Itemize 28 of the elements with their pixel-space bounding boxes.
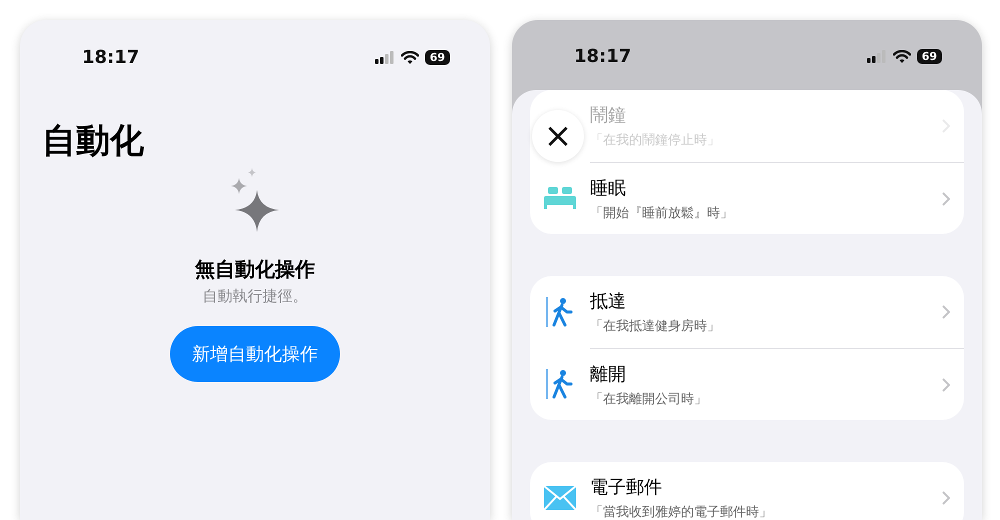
status-time: 18:17: [574, 46, 632, 67]
signal-icon: [866, 50, 887, 63]
bed-icon: [544, 187, 576, 209]
trigger-title[interactable]: 抵達: [590, 289, 942, 313]
trigger-description: 「在我離開公司時」: [590, 390, 708, 408]
wifi-icon: [400, 50, 419, 64]
trigger-title[interactable]: 睡眠: [590, 176, 942, 200]
add-automation-button[interactable]: 新增自動化操作: [170, 326, 340, 382]
status-time: 18:17: [82, 46, 140, 68]
walking-person-icon: [546, 297, 574, 327]
wifi-icon: [892, 50, 911, 63]
trigger-description: 「在我抵達健身房時」: [590, 318, 721, 335]
trigger-title[interactable]: 離開: [590, 362, 942, 386]
chevron-icon: [942, 192, 950, 206]
battery-indicator: 69: [916, 49, 942, 64]
page-title: 自動化: [42, 120, 144, 163]
signal-icon: [374, 50, 395, 64]
empty-state-heading: 無自動化操作: [195, 256, 315, 283]
chevron-icon: [942, 378, 950, 392]
trigger-title[interactable]: 電子郵件: [590, 475, 942, 499]
battery-indicator: 69: [424, 50, 450, 64]
envelope-icon: [544, 486, 576, 510]
walking-person-icon: [546, 369, 574, 399]
chevron-icon: [942, 491, 950, 505]
chevron-icon: [942, 305, 950, 319]
trigger-description: 「當我收到雅婷的電子郵件時」: [590, 504, 773, 520]
empty-state-subtitle: 自動執行捷徑。: [202, 287, 308, 306]
trigger-description: 「開始『睡前放鬆』時」: [590, 204, 734, 222]
